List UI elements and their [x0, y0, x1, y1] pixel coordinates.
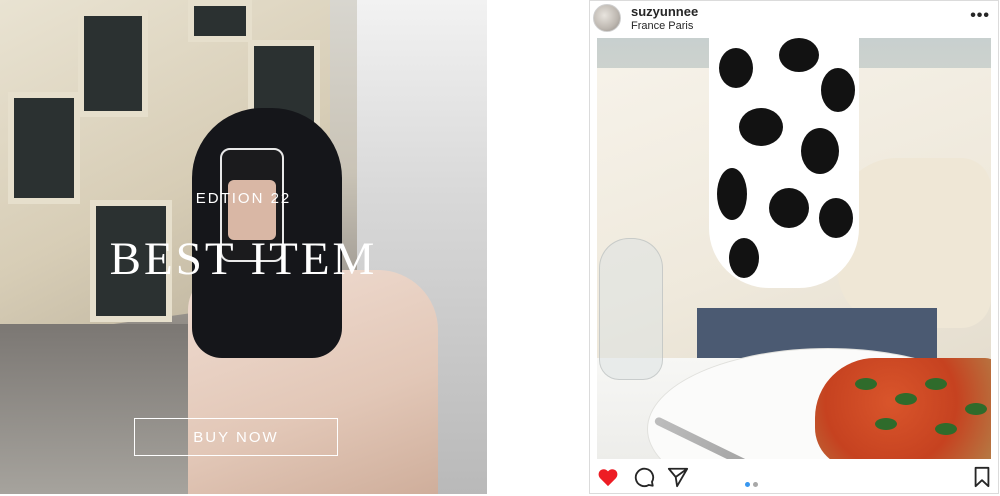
buy-now-button[interactable]: BUY NOW: [134, 418, 338, 456]
instagram-post: suzyunnee France Paris •••: [589, 0, 999, 494]
edition-label: EDTION 22: [195, 190, 292, 207]
polka-dot-scarf: [709, 38, 859, 288]
phone-case: [228, 180, 276, 240]
comment-icon[interactable]: [632, 465, 656, 489]
building-window: [8, 92, 80, 204]
building-window: [188, 0, 252, 42]
post-header: suzyunnee France Paris •••: [590, 1, 998, 37]
avatar[interactable]: [593, 4, 621, 32]
post-photo[interactable]: [597, 38, 991, 459]
post-actions: [590, 461, 998, 493]
heart-icon[interactable]: [596, 465, 620, 489]
pizza: [815, 358, 991, 459]
location[interactable]: France Paris: [631, 20, 693, 32]
carousel-indicator: [745, 474, 775, 487]
carousel-dot: [753, 482, 758, 487]
bookmark-icon[interactable]: [970, 465, 994, 489]
username[interactable]: suzyunnee: [631, 4, 698, 19]
promo-headline: BEST ITEM: [109, 233, 378, 285]
share-icon[interactable]: [666, 465, 690, 489]
promo-banner: EDTION 22 BEST ITEM BUY NOW: [0, 0, 487, 494]
model-arm: [837, 158, 991, 328]
carousel-dot-active: [745, 482, 750, 487]
more-options-icon[interactable]: •••: [970, 7, 990, 25]
building-window: [78, 10, 148, 117]
wine-glass: [599, 238, 663, 380]
